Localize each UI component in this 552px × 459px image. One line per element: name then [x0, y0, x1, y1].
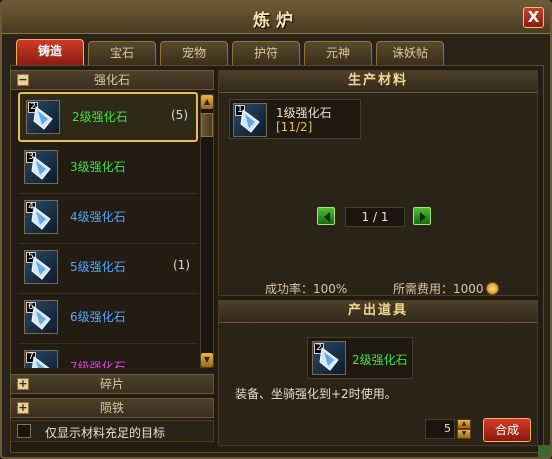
stone-icon: 6 — [24, 300, 58, 334]
recipe-list-panel: − 强化石 2 2级强化石 (5) 3 3级强化石 4 4级强化石 5 5级强化… — [10, 70, 214, 446]
coin-icon — [485, 282, 499, 295]
item-count: (1) — [173, 258, 190, 272]
quantity-stepper: 5 ▲ ▼ — [425, 417, 471, 439]
item-name: 3级强化石 — [70, 160, 126, 174]
stone-icon: 3 — [24, 150, 58, 184]
list-item[interactable]: 4 4级强化石 — [18, 194, 198, 244]
collapse-icon[interactable]: − — [17, 74, 29, 86]
filter-row: 仅显示材料充足的目标 — [10, 420, 214, 442]
tab-pet[interactable]: 宠物 — [160, 41, 228, 65]
quantity-input[interactable]: 5 — [425, 419, 455, 439]
cost-row: 所需费用：1000 — [393, 280, 499, 297]
output-name: 2级强化石 — [352, 353, 408, 367]
materials-panel: 生产材料 1 1级强化石 [11/2] 1 / 1 成功率：100% 所需费用：… — [218, 70, 538, 296]
stone-icon: 2 — [26, 100, 60, 134]
material-pager: 1 / 1 — [317, 207, 433, 227]
category-fragments[interactable]: + 碎片 — [10, 374, 214, 394]
item-name: 2级强化石 — [72, 110, 128, 124]
close-button[interactable]: X — [523, 7, 544, 28]
expand-icon[interactable]: + — [17, 402, 29, 414]
arrow-right-icon — [420, 212, 426, 222]
scroll-thumb[interactable] — [201, 113, 213, 137]
item-name: 4级强化石 — [70, 210, 126, 224]
category-strengthen-stone[interactable]: − 强化石 — [10, 70, 214, 90]
tab-spirit[interactable]: 元神 — [304, 41, 372, 65]
category-label: 强化石 — [93, 73, 130, 87]
list-item[interactable]: 2 2级强化石 (5) — [18, 92, 198, 142]
filter-checkbox[interactable] — [17, 424, 31, 438]
list-item[interactable]: 6 6级强化石 — [18, 294, 198, 344]
tab-amulet[interactable]: 护符 — [232, 41, 300, 65]
scroll-down-icon[interactable]: ▼ — [201, 353, 213, 367]
output-slot[interactable]: 2 2级强化石 — [307, 337, 413, 379]
stone-icon: 5 — [24, 250, 58, 284]
scroll-up-icon[interactable]: ▲ — [201, 95, 213, 109]
material-slot[interactable]: 1 1级强化石 [11/2] — [229, 99, 361, 139]
cost-label: 所需费用：1000 — [393, 282, 484, 296]
page-indicator: 1 / 1 — [345, 207, 405, 227]
material-name: 1级强化石 — [276, 106, 332, 120]
materials-header: 生产材料 — [219, 71, 537, 93]
title-bar: 炼炉 X — [2, 2, 550, 34]
recipe-list: 2 2级强化石 (5) 3 3级强化石 4 4级强化石 5 5级强化石 (1) … — [18, 92, 198, 368]
decrement-icon[interactable]: ▼ — [457, 429, 471, 439]
arrow-left-icon — [324, 212, 330, 222]
material-quantity: [11/2] — [276, 120, 313, 134]
item-count: (5) — [171, 108, 188, 122]
tab-demon-slaying[interactable]: 诛妖帖 — [376, 41, 444, 65]
list-item[interactable]: 5 5级强化石 (1) — [18, 244, 198, 294]
combine-button[interactable]: 合成 — [483, 418, 531, 442]
stone-icon: 2 — [312, 341, 346, 375]
filter-label: 仅显示材料充足的目标 — [45, 426, 166, 440]
increment-icon[interactable]: ▲ — [457, 419, 471, 429]
furnace-window: 炼炉 X 铸造 宝石 宠物 护符 元神 诛妖帖 − 强化石 2 2级强化石 (5… — [0, 0, 552, 459]
expand-icon[interactable]: + — [17, 378, 29, 390]
item-name: 7级强化石 — [70, 360, 126, 368]
stone-icon: 7 — [24, 350, 58, 368]
item-name: 5级强化石 — [70, 260, 126, 274]
window-title: 炼炉 — [253, 11, 299, 31]
next-page-button[interactable] — [413, 207, 431, 225]
output-panel: 产出道具 2 2级强化石 装备、坐骑强化到+2时使用。 5 ▲ ▼ 合成 — [218, 300, 538, 446]
tab-gem[interactable]: 宝石 — [88, 41, 156, 65]
resize-corner — [538, 445, 550, 457]
prev-page-button[interactable] — [317, 207, 335, 225]
tab-casting[interactable]: 铸造 — [16, 39, 84, 65]
stone-icon: 1 — [233, 103, 267, 137]
category-meteor-iron[interactable]: + 陨铁 — [10, 398, 214, 418]
list-item[interactable]: 7 7级强化石 — [18, 344, 198, 368]
item-name: 6级强化石 — [70, 310, 126, 324]
stone-icon: 4 — [24, 200, 58, 234]
category-label: 碎片 — [99, 377, 124, 391]
output-header: 产出道具 — [219, 301, 537, 323]
output-description: 装备、坐骑强化到+2时使用。 — [235, 387, 397, 401]
list-scrollbar[interactable]: ▲ ▼ — [200, 94, 214, 368]
list-item[interactable]: 3 3级强化石 — [18, 144, 198, 194]
success-rate: 成功率：100% — [265, 282, 348, 296]
category-label: 陨铁 — [99, 401, 124, 415]
